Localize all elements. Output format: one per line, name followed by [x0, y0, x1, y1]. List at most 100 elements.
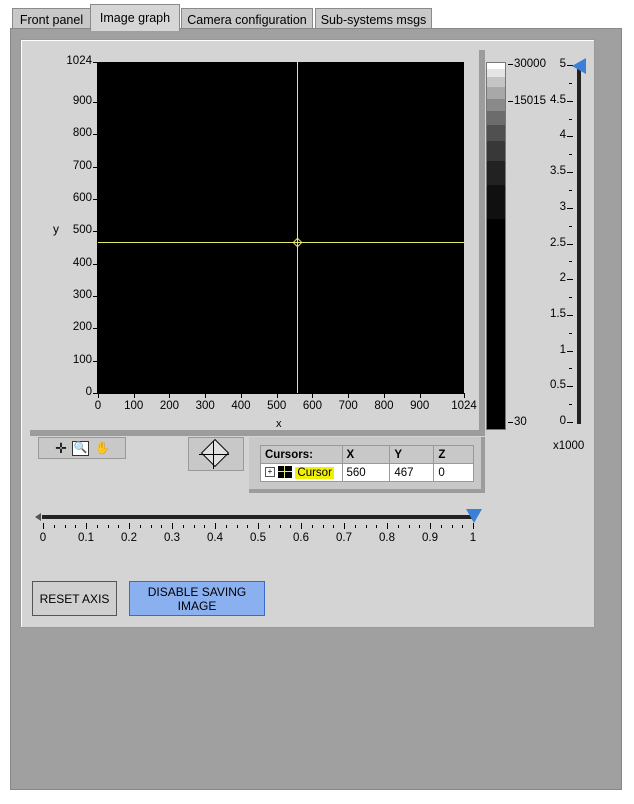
cursor-x-value[interactable]: 560: [341, 463, 391, 482]
cursor-mover-hline: [199, 454, 229, 455]
y-axis-label: y: [53, 222, 59, 236]
scale-multiplier: x1000: [553, 440, 585, 452]
zoom-tool-icon[interactable]: 🔍: [72, 441, 89, 456]
legend-header-y: Y: [389, 445, 435, 464]
x-tick-mark: [133, 393, 135, 398]
slider-minor-tick: [354, 525, 356, 528]
cursor-tool-icon[interactable]: ✛: [53, 441, 69, 456]
y-tick-mark: [93, 62, 98, 63]
ramp-tick: [508, 422, 513, 423]
scale-tick-label: 1: [559, 343, 566, 356]
pan-hand-icon[interactable]: ✋: [94, 441, 111, 456]
cursor-style-icon[interactable]: [278, 466, 293, 479]
slider-minor-tick: [268, 525, 270, 528]
y-tick-mark: [93, 328, 98, 330]
scale-minor-tick: [569, 154, 572, 156]
slider-minor-tick: [150, 525, 152, 528]
slider-minor-tick: [118, 525, 120, 528]
scale-tick-mark: [567, 350, 573, 352]
scale-tick-mark: [567, 314, 573, 316]
disable-saving-image-button[interactable]: DISABLE SAVING IMAGE: [129, 581, 265, 616]
cursor-legend-table: Cursors: X Y Z + Cursor 560 467 0: [260, 445, 474, 482]
scale-minor-tick: [569, 261, 572, 263]
ramp-tick: [508, 101, 513, 102]
x-tick-mark: [348, 393, 350, 398]
x-tick-label: 400: [231, 400, 251, 412]
slider-tick-label: 0: [39, 532, 47, 544]
x-tick-mark: [464, 393, 465, 398]
slider-tick-label: 0.7: [336, 532, 352, 544]
y-tick-mark: [93, 199, 98, 201]
horizontal-slider-thumb[interactable]: [466, 509, 482, 523]
scale-tick-mark: [567, 207, 573, 209]
scale-tick-mark: [567, 422, 573, 423]
y-tick-label: 100: [72, 353, 92, 366]
slider-tick-label: 0.6: [293, 532, 309, 544]
x-tick-label: 0: [94, 400, 102, 412]
x-tick-label: 200: [159, 400, 180, 412]
scale-minor-tick: [569, 297, 572, 299]
slider-minor-tick: [408, 525, 410, 528]
y-tick-label: 500: [72, 224, 92, 237]
scale-tick-mark: [567, 65, 573, 66]
slider-minor-tick: [107, 525, 109, 528]
x-axis-line: [97, 393, 464, 394]
slider-minor-tick: [225, 525, 227, 528]
expand-icon[interactable]: +: [265, 467, 275, 478]
tab-camera-configuration[interactable]: Camera configuration: [181, 8, 313, 30]
scale-minor-tick: [569, 118, 572, 120]
slider-tick-mark: [258, 523, 259, 529]
scale-minor-tick: [569, 82, 572, 84]
image-plot-area[interactable]: [98, 62, 464, 393]
y-tick-label: 900: [72, 95, 92, 108]
scale-tick-label: 5: [559, 58, 566, 70]
slider-tick-mark: [172, 523, 173, 529]
y-tick-mark: [93, 263, 98, 265]
slider-minor-tick: [236, 525, 238, 528]
reset-axis-button[interactable]: RESET AXIS: [32, 581, 117, 616]
slider-tick-label: 1: [469, 532, 477, 544]
cursor-vertical-line[interactable]: [297, 62, 298, 393]
tab-sub-systems-msgs[interactable]: Sub-systems msgs: [315, 8, 432, 30]
slider-minor-tick: [462, 525, 464, 528]
cursor-row[interactable]: + Cursor 560 467 0: [260, 463, 474, 482]
y-tick-label: 1024: [66, 55, 92, 67]
horizontal-slider-track[interactable]: [42, 515, 474, 519]
scale-minor-tick: [569, 368, 572, 370]
slider-tick-mark: [473, 523, 474, 529]
slider-minor-tick: [279, 525, 281, 528]
slider-tick-label: 0.9: [422, 532, 438, 544]
cursor-y-value[interactable]: 467: [389, 463, 435, 482]
cursor-horizontal-line[interactable]: [98, 242, 464, 243]
x-tick-label: 500: [267, 400, 287, 412]
cursor-mover[interactable]: [188, 437, 244, 471]
x-tick-label: 600: [302, 400, 323, 412]
tab-image-graph[interactable]: Image graph: [90, 4, 180, 31]
slider-minor-tick: [290, 525, 292, 528]
x-tick-mark: [98, 393, 99, 398]
y-tick-label: 700: [72, 159, 92, 172]
x-tick-mark: [312, 393, 314, 398]
color-ramp[interactable]: [486, 62, 506, 430]
ramp-label-min[interactable]: 30: [514, 416, 527, 428]
cursor-z-value[interactable]: 0: [433, 463, 474, 482]
slider-minor-tick: [333, 525, 335, 528]
slider-minor-tick: [75, 525, 77, 528]
vertical-slider-track[interactable]: [577, 66, 581, 424]
slider-minor-tick: [397, 525, 399, 528]
legend-header-x: X: [341, 445, 391, 464]
cursor-name-cell[interactable]: + Cursor: [260, 463, 343, 482]
cursor-mover-diamond-icon[interactable]: [200, 438, 230, 468]
cursor-name[interactable]: Cursor: [295, 466, 334, 479]
x-tick-mark: [276, 393, 278, 398]
vertical-slider-thumb[interactable]: [572, 58, 586, 74]
tab-front-panel[interactable]: Front panel: [12, 8, 91, 30]
slider-minor-tick: [161, 525, 163, 528]
scale-tick-label: 3.5: [550, 165, 566, 178]
slider-minor-tick: [311, 525, 313, 528]
scale-tick-label: 2.5: [550, 236, 566, 249]
slider-minor-tick: [440, 525, 442, 528]
slider-tick-label: 0.3: [164, 532, 180, 544]
slider-tick-mark: [430, 523, 431, 529]
y-tick-mark: [93, 360, 98, 362]
